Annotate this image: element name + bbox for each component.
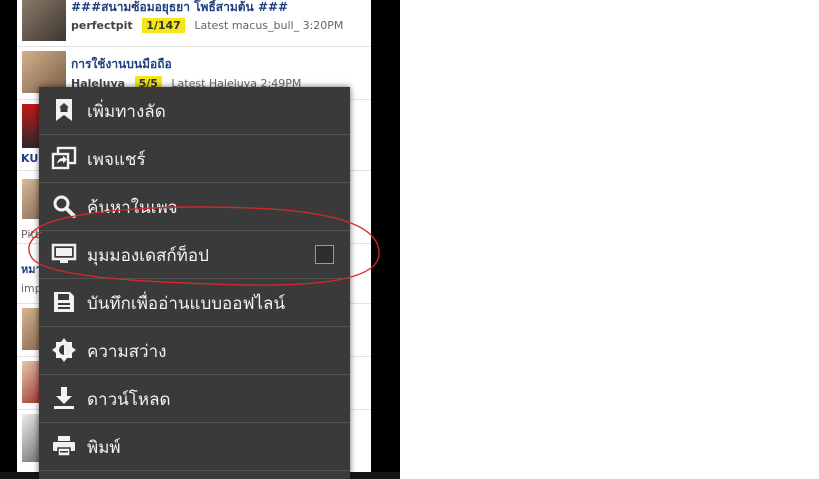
menu-item-print[interactable]: พิมพ์ xyxy=(39,423,350,471)
thread-meta: perfectpit 1/147 Latest macus_bull_ 3:20… xyxy=(71,18,344,33)
menu-item-label: มุมมองเดสก์ท็อป xyxy=(87,246,209,266)
phone-frame: ###สนามซ้อมอยุธยา โพธิ์สามต้น ### perfec… xyxy=(0,0,400,479)
menu-item-brightness[interactable]: ความสว่าง xyxy=(39,327,350,375)
menu-item-label: บันทึกเพื่ออ่านแบบออฟไลน์ xyxy=(87,294,286,314)
thread-thumbnail xyxy=(22,0,66,41)
download-icon xyxy=(54,387,74,409)
menu-item-label: ความสว่าง xyxy=(87,342,167,362)
search-icon xyxy=(53,195,76,218)
thread-title[interactable]: การใช้งานบนมือถือ xyxy=(71,55,172,74)
menu-item-label: ค้นหาในเพจ xyxy=(87,198,178,218)
brightness-icon xyxy=(52,338,76,362)
desktop-monitor-icon xyxy=(51,243,77,263)
thread-author[interactable]: perfectpit xyxy=(71,19,133,32)
save-floppy-icon xyxy=(54,292,74,312)
menu-item-share-page[interactable]: เพจแชร์ xyxy=(39,135,350,183)
menu-item-find-in-page[interactable]: ค้นหาในเพจ xyxy=(39,183,350,231)
thread-latest: Latest macus_bull_ 3:20PM xyxy=(194,19,344,32)
menu-item-label: เพจแชร์ xyxy=(87,150,146,170)
menu-item-desktop-view[interactable]: มุมมองเดสก์ท็อป xyxy=(39,231,350,279)
menu-item-label: เพิ่มทางลัด xyxy=(87,102,166,122)
reply-count-badge: 1/147 xyxy=(142,18,185,33)
thread-title[interactable]: ###สนามซ้อมอยุธยา โพธิ์สามต้น ### xyxy=(71,0,288,17)
share-page-icon xyxy=(51,146,77,170)
menu-item-label: ดาวน์โหลด xyxy=(87,390,171,410)
overflow-menu: เพิ่มทางลัด เพจแชร์ ค้นหาในเพจ มุมมองเดส… xyxy=(39,87,350,479)
thread-row[interactable]: ###สนามซ้อมอยุธยา โพธิ์สามต้น ### perfec… xyxy=(17,0,371,47)
bookmark-home-icon xyxy=(56,99,72,121)
menu-item-save-offline[interactable]: บันทึกเพื่ออ่านแบบออฟไลน์ xyxy=(39,279,350,327)
menu-item-download[interactable]: ดาวน์โหลด xyxy=(39,375,350,423)
desktop-view-checkbox[interactable] xyxy=(315,245,334,264)
menu-item-label: พิมพ์ xyxy=(87,438,121,458)
menu-item-add-shortcut[interactable]: เพิ่มทางลัด xyxy=(39,87,350,135)
print-icon xyxy=(53,436,75,457)
